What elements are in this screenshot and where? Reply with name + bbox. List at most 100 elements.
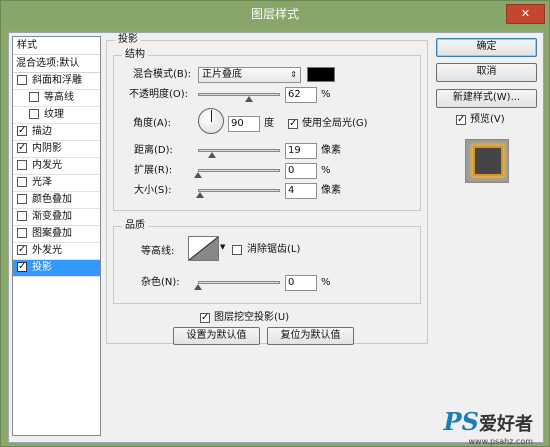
blend-mode-value: 正片叠底 (202, 69, 242, 80)
knockout-checkbox[interactable]: ✓ (200, 313, 210, 323)
sidebar-item[interactable]: 颜色叠加 (13, 192, 100, 209)
styles-header[interactable]: 样式 (13, 37, 100, 55)
blend-mode-select[interactable]: 正片叠底 ⇕ (198, 67, 301, 83)
unchecked-checkbox[interactable] (17, 75, 27, 85)
knockout-label[interactable]: 图层挖空投影(U) (214, 311, 289, 325)
checked-checkbox[interactable]: ✓ (17, 143, 27, 153)
shadow-color-swatch[interactable] (307, 67, 335, 82)
sidebar-item[interactable]: ✓ 内阴影 (13, 141, 100, 158)
opacity-slider[interactable] (198, 93, 280, 96)
panel-title: 投影 (115, 34, 141, 46)
sidebar-item[interactable]: 纹理 (13, 107, 100, 124)
global-light-label[interactable]: 使用全局光(G) (302, 117, 368, 131)
angle-label: 角度(A): (133, 118, 172, 129)
opacity-label: 不透明度(O): (129, 89, 189, 100)
new-style-button[interactable]: 新建样式(W)... (436, 89, 537, 108)
contour-label: 等高线: (141, 246, 175, 257)
noise-unit: % (321, 277, 331, 288)
distance-slider-thumb[interactable] (208, 152, 216, 158)
checked-checkbox[interactable]: ✓ (17, 126, 27, 136)
sidebar-item-label: 内发光 (32, 160, 62, 171)
sidebar-item-label: 外发光 (32, 245, 62, 256)
unchecked-checkbox[interactable] (17, 228, 27, 238)
window-title: 图层样式 (250, 7, 299, 21)
chevron-down-icon[interactable]: ▼ (220, 243, 225, 251)
spread-slider-thumb[interactable] (194, 172, 202, 178)
sidebar-item-label: 纹理 (44, 109, 64, 120)
angle-unit: 度 (264, 118, 274, 129)
distance-label: 距离(D): (134, 145, 173, 156)
unchecked-checkbox[interactable] (17, 194, 27, 204)
size-slider-thumb[interactable] (196, 192, 204, 198)
spread-label: 扩展(R): (134, 165, 173, 176)
cancel-button[interactable]: 取消 (436, 63, 537, 82)
close-button[interactable]: ✕ (506, 4, 545, 24)
sidebar-item-label: 图案叠加 (32, 228, 72, 239)
spread-slider[interactable] (198, 169, 280, 172)
angle-dial[interactable] (198, 108, 224, 134)
noise-input[interactable]: 0 (285, 275, 317, 291)
checked-checkbox[interactable]: ✓ (17, 262, 27, 272)
unchecked-checkbox[interactable] (17, 211, 27, 221)
sidebar-item[interactable]: 光泽 (13, 175, 100, 192)
contour-curve-icon (189, 237, 218, 260)
sidebar-item[interactable]: 渐变叠加 (13, 209, 100, 226)
dialog-content: 样式 混合选项:默认 斜面和浮雕等高线纹理 ✓ 描边 ✓ 内阴影内发光光泽颜色叠加渐变叠… (8, 32, 544, 446)
sidebar-item-label: 投影 (32, 262, 52, 273)
spread-input[interactable]: 0 (285, 163, 317, 179)
quality-title: 品质 (122, 220, 148, 232)
angle-input[interactable]: 90 (228, 116, 260, 132)
ok-button[interactable]: 确定 (436, 38, 537, 57)
sidebar-item-label: 等高线 (44, 92, 74, 103)
unchecked-checkbox[interactable] (17, 160, 27, 170)
styles-sidebar: 样式 混合选项:默认 斜面和浮雕等高线纹理 ✓ 描边 ✓ 内阴影内发光光泽颜色叠加渐变叠… (12, 36, 101, 436)
opacity-slider-thumb[interactable] (244, 96, 253, 102)
sidebar-item[interactable]: 图案叠加 (13, 226, 100, 243)
distance-unit: 像素 (321, 145, 341, 156)
sidebar-item[interactable]: ✓ 描边 (13, 124, 100, 141)
size-slider[interactable] (198, 189, 280, 192)
opacity-unit: % (321, 89, 331, 100)
structure-title: 结构 (122, 49, 148, 61)
sidebar-item-label: 光泽 (32, 177, 52, 188)
unchecked-checkbox[interactable] (17, 177, 27, 187)
global-light-checkbox[interactable]: ✓ (288, 119, 298, 129)
make-default-button[interactable]: 设置为默认值 (173, 327, 260, 345)
unchecked-checkbox[interactable] (29, 92, 39, 102)
watermark-url: www.psahz.com (468, 437, 533, 446)
spread-unit: % (321, 165, 331, 176)
preview-thumbnail (473, 146, 503, 176)
contour-picker[interactable] (188, 236, 219, 261)
chevron-down-icon: ⇕ (290, 70, 297, 79)
sidebar-item-label: 渐变叠加 (32, 211, 72, 222)
size-label: 大小(S): (134, 185, 172, 196)
style-list: 斜面和浮雕等高线纹理 ✓ 描边 ✓ 内阴影内发光光泽颜色叠加渐变叠加图案叠加 ✓ 外发光 ✓ 投… (13, 73, 100, 277)
preview-label[interactable]: 预览(V) (470, 113, 505, 127)
style-preview (465, 139, 509, 183)
checked-checkbox[interactable]: ✓ (17, 245, 27, 255)
watermark: PS爱好者 www.psahz.com (443, 407, 533, 446)
distance-input[interactable]: 19 (285, 143, 317, 159)
watermark-logo: PS (443, 407, 479, 436)
noise-slider-thumb[interactable] (194, 284, 202, 290)
sidebar-item[interactable]: ✓ 外发光 (13, 243, 100, 260)
reset-default-button[interactable]: 复位为默认值 (267, 327, 354, 345)
drop-shadow-panel: 投影 结构 混合模式(B): 正片叠底 ⇕ 不透明度(O): 62 % 角度(A… (106, 34, 428, 345)
sidebar-item[interactable]: ✓ 投影 (13, 260, 100, 277)
sidebar-item[interactable]: 内发光 (13, 158, 100, 175)
sidebar-item[interactable]: 等高线 (13, 90, 100, 107)
anti-alias-label[interactable]: 消除锯齿(L) (247, 243, 300, 257)
size-input[interactable]: 4 (285, 183, 317, 199)
blend-options-item[interactable]: 混合选项:默认 (13, 55, 100, 73)
preview-checkbox[interactable]: ✓ (456, 115, 466, 125)
sidebar-item[interactable]: 斜面和浮雕 (13, 73, 100, 90)
unchecked-checkbox[interactable] (29, 109, 39, 119)
noise-label: 杂色(N): (141, 277, 180, 288)
sidebar-item-label: 斜面和浮雕 (32, 75, 82, 86)
watermark-text: 爱好者 (479, 414, 533, 435)
noise-slider[interactable] (198, 281, 280, 284)
quality-group: 品质 等高线: ▼ 消除锯齿(L) 杂色(N): 0 % (113, 220, 421, 304)
anti-alias-checkbox[interactable] (232, 245, 242, 255)
title-bar: 图层样式 ✕ (1, 1, 549, 27)
opacity-input[interactable]: 62 (285, 87, 317, 103)
